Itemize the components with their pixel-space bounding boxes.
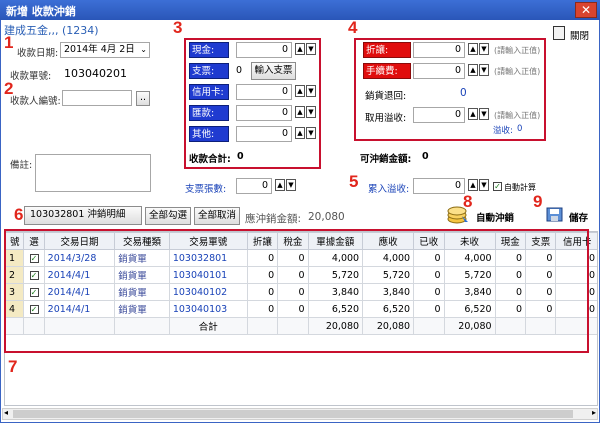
payer-label: 收款人編號: <box>10 96 61 107</box>
overpay-use-input[interactable]: 0 <box>413 107 465 123</box>
payer-lookup-button[interactable]: .. <box>136 91 150 106</box>
discount-label: 折讓: <box>363 42 411 58</box>
cash-stepper[interactable]: ▲ ▼ <box>294 43 316 55</box>
writeoff-value: 0 <box>422 151 429 162</box>
remit-input[interactable]: 0 <box>236 105 292 121</box>
fee-input[interactable]: 0 <box>413 63 465 79</box>
horizontal-scrollbar[interactable]: ◂ ▸ <box>2 408 598 420</box>
company-name: 建成五金,,, (1234) <box>4 24 99 37</box>
remit-stepper[interactable]: ▲ ▼ <box>294 106 316 118</box>
close-door-icon[interactable] <box>553 26 565 40</box>
window-title: 新增 收款沖銷 <box>6 5 76 18</box>
check-label: 支票: <box>189 63 229 79</box>
scrollbar-thumb[interactable] <box>13 410 573 418</box>
note-textarea[interactable] <box>35 154 151 192</box>
chevron-down-icon[interactable]: ⌄ <box>140 43 147 57</box>
discount-input[interactable]: 0 <box>413 42 465 58</box>
deselect-all-button[interactable]: 全部取消 <box>194 207 240 225</box>
marker-5: 5 <box>349 172 359 191</box>
return-label: 銷貨退回: <box>365 91 407 102</box>
receipt-no-value: 103040201 <box>64 67 127 80</box>
overpay-use-label: 取用溢收: <box>365 113 407 124</box>
auto-calc-checkbox[interactable]: ✓ <box>493 181 502 192</box>
auto-writeoff-button[interactable]: 自動沖銷 <box>476 210 514 224</box>
note-label: 備註: <box>10 160 33 171</box>
overpay-use-stepper[interactable]: ▲ ▼ <box>467 108 489 120</box>
fee-stepper[interactable]: ▲ ▼ <box>467 64 489 76</box>
fee-label: 手續費: <box>363 63 411 79</box>
receipt-no-label: 收款單號: <box>10 71 52 82</box>
overpay-label: 溢收: <box>493 126 513 136</box>
cash-input[interactable]: 0 <box>236 42 292 58</box>
check-value: 0 <box>236 65 243 76</box>
save-icon[interactable] <box>545 206 565 224</box>
other-stepper[interactable]: ▲ ▼ <box>294 127 316 139</box>
scroll-right-icon[interactable]: ▸ <box>592 408 596 417</box>
title-bar: 新增 收款沖銷 ✕ <box>0 0 600 20</box>
cash-label: 現金: <box>189 42 229 58</box>
payer-input[interactable] <box>62 90 132 106</box>
marker-1: 1 <box>4 33 14 52</box>
card-input[interactable]: 0 <box>236 84 292 100</box>
check-count-stepper[interactable]: ▲ ▼ <box>274 179 296 191</box>
due-label: 應沖銷金額: <box>245 213 302 225</box>
accum-input[interactable]: 0 <box>413 178 465 194</box>
return-value: 0 <box>460 87 467 99</box>
accum-stepper[interactable]: ▲ ▼ <box>467 179 489 191</box>
save-button[interactable]: 儲存 <box>569 210 588 224</box>
card-label: 信用卡: <box>189 84 229 100</box>
empty-row <box>6 369 598 386</box>
other-label: 其他: <box>189 126 229 142</box>
date-label: 收款日期: <box>17 48 59 59</box>
auto-writeoff-icon[interactable] <box>446 204 470 226</box>
date-picker[interactable]: 2014年 4月 2日 ⌄ <box>60 42 150 58</box>
scroll-left-icon[interactable]: ◂ <box>4 408 8 417</box>
check-count-input[interactable]: 0 <box>236 178 272 194</box>
window-close-button[interactable]: ✕ <box>575 2 597 18</box>
payment-total-label: 收款合計: <box>189 154 231 165</box>
select-all-button[interactable]: 全部勾選 <box>145 207 191 225</box>
grid-highlight-box <box>4 229 589 353</box>
due-value: 20,080 <box>308 211 345 223</box>
discount-stepper[interactable]: ▲ ▼ <box>467 43 489 55</box>
remit-label: 匯款: <box>189 105 229 121</box>
empty-row <box>6 352 598 369</box>
close-action-label[interactable]: 關閉 <box>570 28 589 42</box>
accum-label: 累入溢收: <box>368 184 410 195</box>
discount-hint: (請輸入正值) <box>494 46 541 55</box>
date-value: 2014年 4月 2日 <box>64 44 135 55</box>
fee-hint: (請輸入正值) <box>494 67 541 76</box>
tab-writeoff-detail[interactable]: 103032801 沖銷明細 <box>24 206 142 225</box>
marker-3: 3 <box>173 18 183 37</box>
input-check-button[interactable]: 輸入支票 <box>251 62 296 80</box>
overpay-value: 0 <box>517 124 523 134</box>
auto-calc-label: 自動計算 <box>504 183 536 192</box>
marker-6: 6 <box>14 205 24 224</box>
check-count-label: 支票張數: <box>185 184 227 195</box>
other-input[interactable]: 0 <box>236 126 292 142</box>
overpay-use-hint: (請輸入正值) <box>494 111 541 120</box>
marker-9: 9 <box>533 192 543 211</box>
writeoff-label: 可沖銷金額: <box>360 154 412 165</box>
payment-total-value: 0 <box>237 151 244 162</box>
card-stepper[interactable]: ▲ ▼ <box>294 85 316 97</box>
marker-4: 4 <box>348 18 358 37</box>
